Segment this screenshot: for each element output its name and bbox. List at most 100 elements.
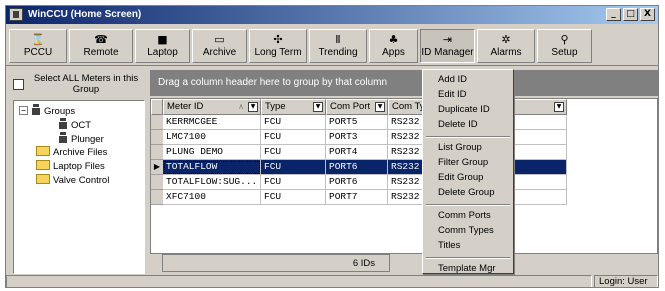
- status-panel: [6, 275, 592, 287]
- main-toolbar: ⌛ PCCU ☎ Remote ■ Laptop ▭ Archive ✣ Long Term Ⅱ Tr…: [6, 26, 658, 66]
- column-header-com-port[interactable]: Com Port ▼: [326, 99, 388, 115]
- group-by-hint: Drag a column header here to group by th…: [158, 77, 388, 88]
- meter-grid[interactable]: Meter ID∧▼Type▼Com Port▼Com Ty▼Status▼KE…: [150, 98, 658, 254]
- meter-icon: [58, 118, 68, 129]
- tree-node-label: Groups: [44, 106, 76, 117]
- apps-button[interactable]: ♣ Apps: [369, 29, 418, 63]
- row-indicator[interactable]: [151, 175, 163, 190]
- tree-node-label: Laptop Files: [53, 161, 105, 172]
- table-cell-type[interactable]: FCU: [261, 190, 326, 205]
- column-header-label: Meter ID: [167, 101, 204, 112]
- column-header-label: Type: [265, 101, 286, 112]
- menu-separator: [426, 204, 510, 206]
- tree-node-label: Valve Control: [53, 175, 110, 186]
- table-cell-type[interactable]: FCU: [261, 115, 326, 130]
- minimize-button[interactable]: _: [606, 8, 621, 21]
- group-by-area[interactable]: Drag a column header here to group by th…: [150, 70, 658, 96]
- column-filter-dropdown-icon[interactable]: ▼: [248, 102, 258, 112]
- table-cell-type[interactable]: FCU: [261, 160, 326, 175]
- table-cell-meter-id[interactable]: XFC7100: [163, 190, 261, 205]
- long-term-button[interactable]: ✣ Long Term: [249, 29, 307, 63]
- sort-ascending-icon: ∧: [238, 102, 244, 111]
- tree-node-laptop-files[interactable]: Laptop Files: [36, 160, 105, 173]
- select-all-checkbox[interactable]: [13, 79, 24, 90]
- menu-item-comm-ports[interactable]: Comm Ports: [425, 209, 511, 223]
- menu-item-comm-types[interactable]: Comm Types: [425, 224, 511, 238]
- menu-item-titles[interactable]: Titles: [425, 239, 511, 253]
- row-indicator[interactable]: [151, 130, 163, 145]
- table-cell-com-port[interactable]: PORT7: [326, 190, 388, 205]
- menu-item-edit-group[interactable]: Edit Group: [425, 171, 511, 185]
- toolbar-button-label: Archive: [202, 47, 237, 58]
- menu-item-filter-group[interactable]: Filter Group: [425, 156, 511, 170]
- table-cell-meter-id[interactable]: KERRMCGEE: [163, 115, 261, 130]
- toolbar-button-label: Setup: [551, 47, 578, 58]
- table-cell-meter-id[interactable]: TOTALFLOW:SUG...: [163, 175, 261, 190]
- long-term-icon: ✣: [273, 33, 283, 46]
- select-all-meters[interactable]: Select ALL Meters in this Group: [8, 70, 144, 98]
- table-cell-com-port[interactable]: PORT6: [326, 160, 388, 175]
- table-cell-com-port[interactable]: PORT3: [326, 130, 388, 145]
- row-indicator[interactable]: [151, 145, 163, 160]
- column-header-type[interactable]: Type ▼: [261, 99, 326, 115]
- app-icon[interactable]: [9, 8, 23, 21]
- table-cell-com-port[interactable]: PORT4: [326, 145, 388, 160]
- meter-list-panel: Drag a column header here to group by th…: [150, 68, 658, 275]
- menu-item-template-mgr[interactable]: Template Mgr: [425, 262, 511, 276]
- column-filter-dropdown-icon[interactable]: ▼: [554, 102, 564, 112]
- close-button[interactable]: X: [640, 8, 655, 21]
- column-filter-dropdown-icon[interactable]: ▼: [375, 102, 385, 112]
- menu-item-add-id[interactable]: Add ID: [425, 73, 511, 87]
- tree-node-plunger[interactable]: Plunger: [58, 132, 104, 145]
- folder-icon: [36, 160, 50, 170]
- laptop-icon: ■: [157, 33, 168, 46]
- laptop-button[interactable]: ■ Laptop: [135, 29, 190, 63]
- id-manager-button[interactable]: ⇥ ID Manager: [420, 29, 475, 63]
- tree-node-groups[interactable]: Groups: [31, 104, 75, 117]
- menu-item-list-group[interactable]: List Group: [425, 141, 511, 155]
- table-cell-meter-id[interactable]: TOTALFLOW: [163, 160, 261, 175]
- row-indicator[interactable]: [151, 190, 163, 205]
- toolbar-button-label: Apps: [382, 47, 405, 58]
- alarms-button[interactable]: ✲ Alarms: [477, 29, 535, 63]
- tree-node-valve-control[interactable]: Valve Control: [36, 174, 109, 187]
- pccu-button[interactable]: ⌛ PCCU: [9, 29, 67, 63]
- setup-button[interactable]: ⚲ Setup: [537, 29, 592, 63]
- pccu-icon: ⌛: [31, 33, 45, 46]
- maximize-button[interactable]: □: [623, 8, 638, 21]
- id-count: 6 IDs: [352, 258, 375, 269]
- archive-button[interactable]: ▭ Archive: [192, 29, 247, 63]
- column-header-label: Com Ty: [392, 101, 425, 112]
- tree-node-archive-files[interactable]: Archive Files: [36, 146, 107, 159]
- column-filter-dropdown-icon[interactable]: ▼: [313, 102, 323, 112]
- menu-item-delete-group[interactable]: Delete Group: [425, 186, 511, 200]
- toolbar-button-label: Remote: [83, 47, 119, 58]
- table-cell-meter-id[interactable]: LMC7100: [163, 130, 261, 145]
- folder-icon: [36, 146, 50, 156]
- table-cell-com-port[interactable]: PORT5: [326, 115, 388, 130]
- tree-node-oct[interactable]: OCT: [58, 118, 91, 131]
- groups-expander[interactable]: −: [19, 106, 28, 115]
- title-bar[interactable]: WinCCU (Home Screen) _ □ X: [6, 6, 658, 24]
- table-cell-type[interactable]: FCU: [261, 175, 326, 190]
- table-cell-type[interactable]: FCU: [261, 145, 326, 160]
- column-header-meter-id[interactable]: Meter ID ∧ ▼: [163, 99, 261, 115]
- menu-item-edit-id[interactable]: Edit ID: [425, 88, 511, 102]
- trending-button[interactable]: Ⅱ Trending: [309, 29, 367, 63]
- table-cell-meter-id[interactable]: PLUNG DEMO: [163, 145, 261, 160]
- group-tree[interactable]: − Groups OCT Plunger Archive Files Lapto…: [13, 100, 145, 274]
- meter-icon: [58, 132, 68, 143]
- tree-node-label: Plunger: [71, 134, 104, 145]
- setup-icon: ⚲: [560, 33, 569, 46]
- remote-button[interactable]: ☎ Remote: [69, 29, 133, 63]
- toolbar-button-label: Long Term: [254, 47, 302, 58]
- table-cell-com-port[interactable]: PORT6: [326, 175, 388, 190]
- archive-icon: ▭: [214, 33, 225, 46]
- table-cell-type[interactable]: FCU: [261, 130, 326, 145]
- id-manager-menu: Add ID Edit ID Duplicate ID Delete ID List G…: [422, 69, 514, 274]
- row-indicator[interactable]: ▶: [151, 160, 163, 175]
- toolbar-button-label: Alarms: [490, 47, 522, 58]
- menu-item-delete-id[interactable]: Delete ID: [425, 118, 511, 132]
- menu-item-duplicate-id[interactable]: Duplicate ID: [425, 103, 511, 117]
- row-indicator[interactable]: [151, 115, 163, 130]
